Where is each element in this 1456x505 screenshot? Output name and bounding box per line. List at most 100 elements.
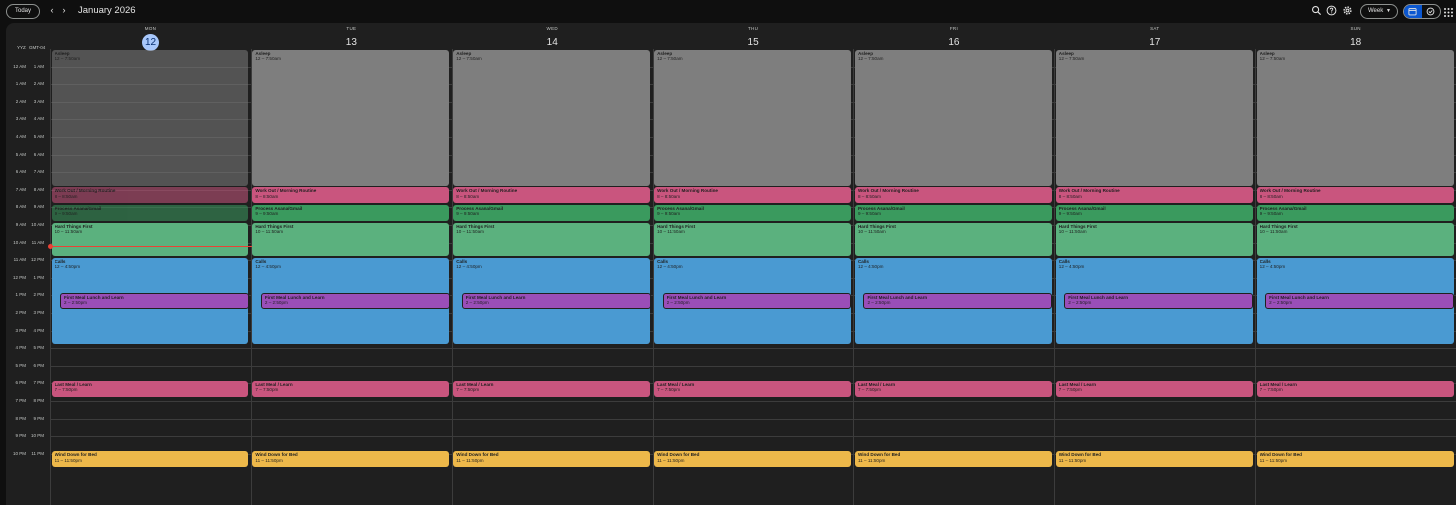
current-time-dot: [48, 244, 53, 249]
tasks-view-button[interactable]: [1422, 5, 1440, 18]
event-wind-down-for-bed[interactable]: Wind Down for Bed 11 – 11:50pm: [51, 451, 249, 468]
event-asleep[interactable]: Asleep 12 – 7:50am: [1256, 49, 1454, 186]
event-process-asana-gmail[interactable]: Process Asana/Gmail 9 – 9:50am: [854, 204, 1052, 221]
hour-label-secondary: 7 AM: [33, 169, 44, 175]
event-last-meal-learn[interactable]: Last Meal / Learn 7 – 7:50pm: [1055, 380, 1253, 397]
day-of-week-label: WED: [546, 26, 558, 31]
day-of-week-label: MON: [144, 26, 157, 31]
view-toggle: [1403, 4, 1441, 19]
event-last-meal-learn[interactable]: Last Meal / Learn 7 – 7:50pm: [51, 380, 249, 397]
event-last-meal-learn[interactable]: Last Meal / Learn 7 – 7:50pm: [453, 380, 651, 397]
event-time: 2 – 2:50pm: [64, 300, 87, 306]
day-number[interactable]: 18: [1347, 34, 1364, 51]
day-number[interactable]: 14: [544, 34, 561, 51]
event-last-meal-learn[interactable]: Last Meal / Learn 7 – 7:50pm: [1256, 380, 1454, 397]
event-last-meal-learn[interactable]: Last Meal / Learn 7 – 7:50pm: [252, 380, 450, 397]
event-process-asana-gmail[interactable]: Process Asana/Gmail 9 – 9:50am: [51, 204, 249, 221]
event-asleep[interactable]: Asleep 12 – 7:50am: [1055, 49, 1253, 186]
hour-label-secondary: 3 AM: [33, 98, 44, 104]
event-asleep[interactable]: Asleep 12 – 7:50am: [252, 49, 450, 186]
event-hard-things-first[interactable]: Hard Things First 10 – 11:50am: [654, 222, 851, 257]
day-header-thu[interactable]: THU 15: [653, 23, 854, 49]
calendar-view-button[interactable]: [1404, 5, 1422, 18]
view-selector-label: Week: [1368, 8, 1384, 14]
primary-timezone-label: YYZ: [17, 45, 26, 50]
event-first-meal-lunch-and-learn[interactable]: First Meal Lunch and Learn 2 – 2:50pm: [863, 292, 1053, 309]
event-hard-things-first[interactable]: Hard Things First 10 – 11:50am: [252, 222, 450, 257]
event-work-out-morning-routine[interactable]: Work Out / Morning Routine 8 – 8:50am: [854, 187, 1052, 204]
event-asleep[interactable]: Asleep 12 – 7:50am: [51, 49, 249, 186]
today-button[interactable]: Today: [6, 4, 40, 19]
day-header-sat[interactable]: SAT 17: [1054, 23, 1255, 49]
event-first-meal-lunch-and-learn[interactable]: First Meal Lunch and Learn 2 – 2:50pm: [60, 292, 249, 309]
view-selector-dropdown[interactable]: Week ▼: [1360, 4, 1398, 19]
event-work-out-morning-routine[interactable]: Work Out / Morning Routine 8 – 8:50am: [654, 187, 851, 204]
event-time: 10 – 11:50am: [1259, 228, 1288, 234]
event-wind-down-for-bed[interactable]: Wind Down for Bed 11 – 11:50pm: [453, 451, 651, 468]
event-time: 8 – 8:50am: [1259, 193, 1283, 199]
event-hard-things-first[interactable]: Hard Things First 10 – 11:50am: [854, 222, 1052, 257]
event-last-meal-learn[interactable]: Last Meal / Learn 7 – 7:50pm: [654, 380, 851, 397]
hour-gridline: [50, 365, 1456, 367]
hour-label-secondary: 6 PM: [33, 362, 44, 368]
hour-label-primary: 4 PM: [15, 345, 26, 351]
event-work-out-morning-routine[interactable]: Work Out / Morning Routine 8 – 8:50am: [1256, 187, 1454, 204]
event-process-asana-gmail[interactable]: Process Asana/Gmail 9 – 9:50am: [1256, 204, 1454, 221]
event-process-asana-gmail[interactable]: Process Asana/Gmail 9 – 9:50am: [1055, 204, 1253, 221]
event-hard-things-first[interactable]: Hard Things First 10 – 11:50am: [1256, 222, 1454, 257]
hour-label-secondary: 8 PM: [33, 398, 44, 403]
hour-label-secondary: 2 AM: [33, 81, 44, 87]
event-time: 7 – 7:50pm: [456, 387, 480, 393]
event-work-out-morning-routine[interactable]: Work Out / Morning Routine 8 – 8:50am: [252, 187, 450, 204]
event-time: 12 – 7:50am: [54, 55, 81, 61]
day-header-tue[interactable]: TUE 13: [251, 23, 452, 49]
event-work-out-morning-routine[interactable]: Work Out / Morning Routine 8 – 8:50am: [1055, 187, 1253, 204]
event-asleep[interactable]: Asleep 12 – 7:50am: [654, 49, 851, 186]
hour-gridline: [50, 348, 1456, 350]
event-process-asana-gmail[interactable]: Process Asana/Gmail 9 – 9:50am: [252, 204, 450, 221]
hour-label-primary: 8 AM: [15, 204, 26, 210]
event-time: 9 – 9:50am: [255, 211, 279, 217]
day-number[interactable]: 17: [1146, 34, 1163, 51]
event-hard-things-first[interactable]: Hard Things First 10 – 11:50am: [453, 222, 651, 257]
event-time: 12 – 7:50am: [857, 55, 884, 61]
event-first-meal-lunch-and-learn[interactable]: First Meal Lunch and Learn 2 – 2:50pm: [1064, 292, 1254, 309]
apps-grid-icon[interactable]: [1443, 5, 1454, 17]
day-number[interactable]: 15: [745, 34, 762, 51]
previous-week-button[interactable]: ‹: [47, 4, 57, 17]
settings-icon[interactable]: [1342, 5, 1353, 16]
event-time: 9 – 9:50am: [456, 211, 480, 217]
day-number[interactable]: 12: [142, 34, 159, 51]
event-first-meal-lunch-and-learn[interactable]: First Meal Lunch and Learn 2 – 2:50pm: [1265, 292, 1455, 309]
event-process-asana-gmail[interactable]: Process Asana/Gmail 9 – 9:50am: [654, 204, 851, 221]
event-wind-down-for-bed[interactable]: Wind Down for Bed 11 – 11:50pm: [1055, 451, 1253, 468]
event-time: 2 – 2:50pm: [465, 300, 489, 306]
event-first-meal-lunch-and-learn[interactable]: First Meal Lunch and Learn 2 – 2:50pm: [662, 292, 852, 309]
event-time: 8 – 8:50am: [1058, 193, 1082, 199]
event-time: 12 – 7:50am: [657, 55, 683, 61]
event-wind-down-for-bed[interactable]: Wind Down for Bed 11 – 11:50pm: [654, 451, 851, 468]
event-hard-things-first[interactable]: Hard Things First 10 – 11:50am: [51, 222, 249, 257]
day-header-wed[interactable]: WED 14: [452, 23, 653, 49]
event-wind-down-for-bed[interactable]: Wind Down for Bed 11 – 11:50pm: [252, 451, 450, 468]
search-icon[interactable]: [1311, 5, 1322, 16]
event-first-meal-lunch-and-learn[interactable]: First Meal Lunch and Learn 2 – 2:50pm: [260, 292, 450, 309]
day-number[interactable]: 16: [945, 34, 962, 51]
help-icon[interactable]: [1326, 5, 1337, 16]
event-asleep[interactable]: Asleep 12 – 7:50am: [453, 49, 651, 186]
day-header-mon[interactable]: MON 12: [50, 23, 251, 51]
day-header-sun[interactable]: SUN 18: [1255, 23, 1456, 49]
event-work-out-morning-routine[interactable]: Work Out / Morning Routine 8 – 8:50am: [453, 187, 651, 204]
event-wind-down-for-bed[interactable]: Wind Down for Bed 11 – 11:50pm: [854, 451, 1052, 468]
day-header-fri[interactable]: FRI 16: [853, 23, 1054, 49]
event-work-out-morning-routine[interactable]: Work Out / Morning Routine 8 – 8:50am: [51, 187, 249, 204]
event-first-meal-lunch-and-learn[interactable]: First Meal Lunch and Learn 2 – 2:50pm: [461, 292, 651, 309]
next-week-button[interactable]: ›: [59, 4, 69, 17]
day-number[interactable]: 13: [343, 34, 360, 51]
event-last-meal-learn[interactable]: Last Meal / Learn 7 – 7:50pm: [854, 380, 1052, 397]
event-hard-things-first[interactable]: Hard Things First 10 – 11:50am: [1055, 222, 1253, 257]
event-time: 2 – 2:50pm: [1269, 300, 1293, 306]
event-process-asana-gmail[interactable]: Process Asana/Gmail 9 – 9:50am: [453, 204, 651, 221]
event-asleep[interactable]: Asleep 12 – 7:50am: [854, 49, 1052, 186]
event-wind-down-for-bed[interactable]: Wind Down for Bed 11 – 11:50pm: [1256, 451, 1454, 468]
